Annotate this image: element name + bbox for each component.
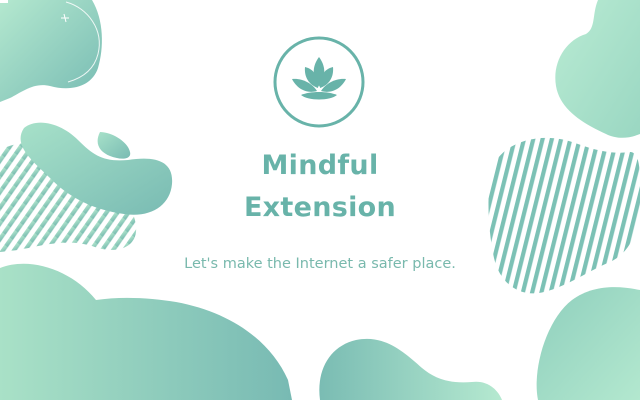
promo-banner: Mindful Extension Let's make the Interne… [0,0,640,400]
lotus-logo [273,36,365,128]
blob-bottom-left [0,263,292,400]
lotus-icon [292,57,346,100]
title-line-2: Extension [243,192,397,223]
tagline: Let's make the Internet a safer place. [184,256,456,272]
blob-top-right [555,0,640,138]
blob-bottom-right [536,287,640,400]
blob-bottom-middle [319,338,502,400]
blob-top-left [0,0,102,102]
title-line-1: Mindful [261,150,379,181]
